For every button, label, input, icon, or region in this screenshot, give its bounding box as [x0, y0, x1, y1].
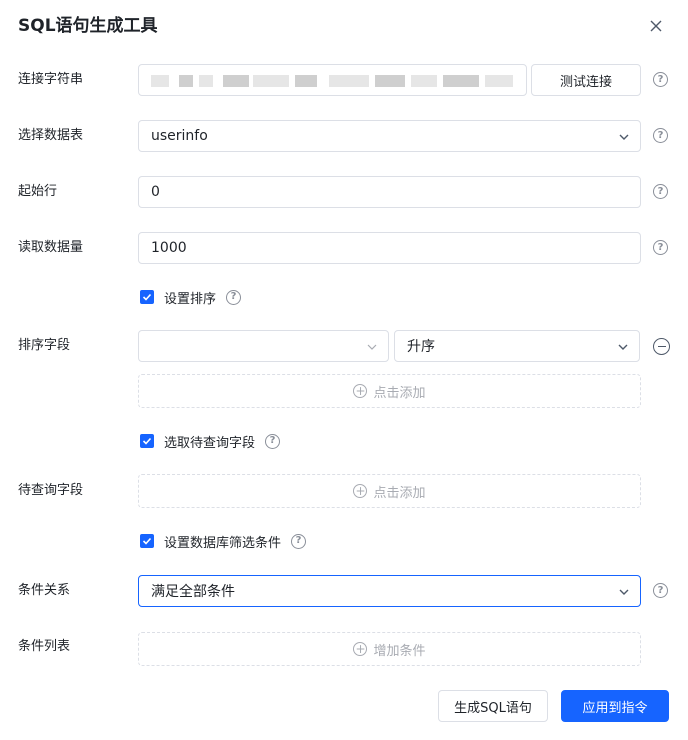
help-icon[interactable]: ? [653, 240, 668, 255]
start-row-label: 起始行 [18, 184, 58, 199]
redacted-block [223, 75, 249, 87]
redacted-block [253, 75, 289, 87]
table-label: 选择数据表 [18, 128, 84, 143]
add-sort-field-button[interactable]: + 点击添加 [138, 374, 641, 408]
filter-toggle-row: 设置数据库筛选条件 ? [140, 531, 307, 551]
start-row-value: 0 [151, 184, 160, 200]
table-select-value: userinfo [151, 128, 208, 144]
connection-label: 连接字符串 [18, 72, 84, 87]
apply-to-command-button[interactable]: 应用到指令 [561, 690, 669, 722]
sort-toggle-label: 设置排序 [164, 291, 217, 307]
query-fields-toggle-label: 选取待查询字段 [164, 435, 256, 451]
help-icon[interactable]: ? [226, 289, 242, 305]
remove-sort-icon[interactable] [653, 338, 670, 355]
help-icon[interactable]: ? [653, 72, 668, 87]
redacted-block [329, 75, 369, 87]
help-icon[interactable]: ? [291, 533, 307, 549]
add-query-field-label: 点击添加 [373, 485, 426, 501]
redacted-block [411, 75, 437, 87]
chevron-down-icon [619, 589, 629, 595]
read-count-input[interactable]: 1000 [138, 232, 641, 264]
close-icon[interactable] [645, 15, 667, 37]
plus-circle-icon: + [353, 484, 368, 498]
condition-relation-select[interactable]: 满足全部条件 [138, 575, 641, 607]
redacted-block [485, 75, 513, 87]
redacted-block [295, 75, 317, 87]
help-icon[interactable]: ? [653, 184, 668, 199]
sort-order-select[interactable]: 升序 [394, 330, 640, 362]
redacted-block [443, 75, 479, 87]
add-sort-label: 点击添加 [373, 385, 426, 401]
redacted-block [375, 75, 405, 87]
help-icon[interactable]: ? [653, 583, 668, 598]
query-fields-label: 待查询字段 [18, 483, 84, 498]
sort-toggle-row: 设置排序 ? [140, 287, 242, 307]
test-connection-button[interactable]: 测试连接 [531, 64, 641, 96]
chevron-down-icon [367, 344, 377, 350]
plus-circle-icon: + [353, 384, 368, 398]
condition-list-label: 条件列表 [18, 639, 71, 654]
sort-order-value: 升序 [407, 339, 435, 355]
chevron-down-icon [619, 134, 629, 140]
redacted-block [199, 75, 213, 87]
help-icon[interactable]: ? [653, 128, 668, 143]
sort-field-select[interactable] [138, 330, 389, 362]
read-count-value: 1000 [151, 240, 187, 256]
generate-sql-button[interactable]: 生成SQL语句 [438, 690, 548, 722]
redacted-block [151, 75, 169, 87]
dialog-title: SQL语句生成工具 [18, 16, 158, 36]
condition-relation-label: 条件关系 [18, 583, 71, 598]
sql-generator-dialog: SQL语句生成工具 连接字符串 测试连接 ? 选择数据表 userinfo ? … [0, 0, 688, 740]
start-row-input[interactable]: 0 [138, 176, 641, 208]
add-query-field-button[interactable]: + 点击添加 [138, 474, 641, 508]
sort-checkbox[interactable] [140, 290, 154, 304]
connection-string-input[interactable] [138, 64, 527, 96]
plus-circle-icon: + [353, 642, 368, 656]
chevron-down-icon [618, 344, 628, 350]
table-select[interactable]: userinfo [138, 120, 641, 152]
filter-toggle-label: 设置数据库筛选条件 [164, 535, 282, 551]
help-icon[interactable]: ? [265, 433, 281, 449]
read-count-label: 读取数据量 [18, 240, 84, 255]
condition-relation-value: 满足全部条件 [151, 584, 235, 600]
query-fields-checkbox[interactable] [140, 434, 154, 448]
sort-field-label: 排序字段 [18, 338, 71, 353]
add-condition-label: 增加条件 [373, 643, 426, 659]
query-fields-toggle-row: 选取待查询字段 ? [140, 431, 281, 451]
filter-checkbox[interactable] [140, 534, 154, 548]
add-condition-button[interactable]: + 增加条件 [138, 632, 641, 666]
redacted-block [179, 75, 193, 87]
